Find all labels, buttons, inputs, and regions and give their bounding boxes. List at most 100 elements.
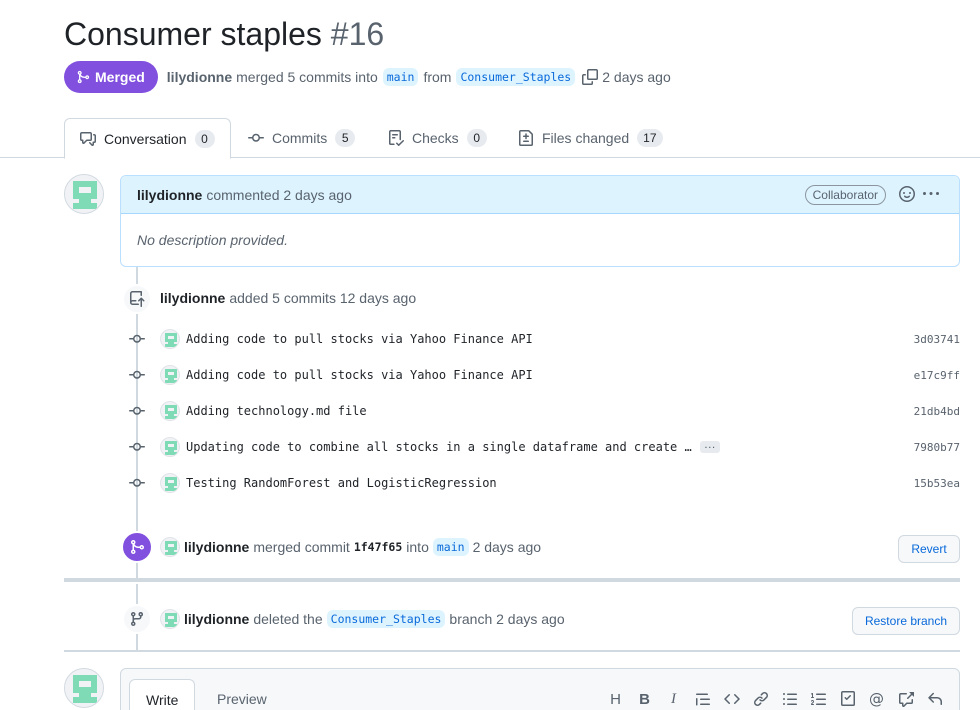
ordered-list-icon[interactable] xyxy=(804,687,833,710)
commit-sha[interactable]: e17c9ff xyxy=(914,369,960,382)
event-action: added 5 commits 12 days ago xyxy=(229,290,417,306)
event-suffix: branch 2 days ago xyxy=(449,611,565,627)
event-author[interactable]: lilydionne xyxy=(184,611,249,627)
role-badge: Collaborator xyxy=(804,185,886,205)
commit-row: Updating code to combine all stocks in a… xyxy=(126,435,960,459)
link-icon[interactable] xyxy=(746,687,775,710)
merge-commit-sha[interactable]: 1f47f65 xyxy=(354,540,402,554)
avatar[interactable] xyxy=(160,365,180,385)
tab-files-changed[interactable]: Files changed 17 xyxy=(518,118,663,158)
code-icon[interactable] xyxy=(717,687,746,710)
file-diff-icon xyxy=(519,130,533,146)
avatar[interactable] xyxy=(160,473,180,493)
commit-sha[interactable]: 21db4bd xyxy=(914,405,960,418)
commit-row: Adding technology.md file 21db4bd xyxy=(126,399,960,423)
commit-sha[interactable]: 3d03741 xyxy=(914,333,960,346)
task-list-icon[interactable] xyxy=(833,687,862,710)
comment-box: lilydionne commented 2 days ago Collabor… xyxy=(120,175,960,267)
head-branch[interactable]: Consumer_Staples xyxy=(456,68,576,86)
commit-sha[interactable]: 15b53ea xyxy=(914,477,960,490)
tab-counter: 17 xyxy=(637,129,663,147)
event-action: merged commit xyxy=(253,539,350,555)
avatar[interactable] xyxy=(160,401,180,421)
state-label: Merged xyxy=(95,69,145,85)
state-badge: Merged xyxy=(64,61,158,93)
avatar[interactable] xyxy=(64,174,104,214)
mention-icon[interactable]: @ xyxy=(862,687,891,710)
avatar[interactable] xyxy=(160,437,180,457)
tab-preview[interactable]: Preview xyxy=(201,679,283,710)
reply-icon[interactable] xyxy=(920,687,949,710)
avatar[interactable] xyxy=(160,609,180,629)
revert-button[interactable]: Revert xyxy=(898,535,960,563)
deleted-branch[interactable]: Consumer_Staples xyxy=(326,610,446,628)
git-merge-icon xyxy=(77,70,90,84)
commit-row: Testing RandomForest and LogisticRegress… xyxy=(126,471,960,495)
merge-badge xyxy=(121,531,153,563)
git-commit-icon xyxy=(248,133,264,142)
pr-number: #16 xyxy=(330,16,385,52)
commit-row: Adding code to pull stocks via Yahoo Fin… xyxy=(126,363,960,387)
commit-row: Adding code to pull stocks via Yahoo Fin… xyxy=(126,327,960,351)
italic-icon[interactable]: I xyxy=(659,687,688,710)
expand-message-button[interactable]: … xyxy=(699,438,720,453)
commit-sha[interactable]: 7980b77 xyxy=(914,441,960,454)
cross-reference-icon[interactable] xyxy=(891,687,920,710)
pr-meta: Merged lilydionne merged 5 commits into … xyxy=(64,61,671,93)
merge-text: merged 5 commits into xyxy=(236,69,378,85)
merge-event-text: lilydionne merged commit 1f47f65 into ma… xyxy=(160,537,541,557)
event-time: 2 days ago xyxy=(472,539,542,555)
git-branch-icon xyxy=(130,612,143,627)
tab-checks[interactable]: Checks 0 xyxy=(388,118,487,158)
git-merge-icon xyxy=(131,540,145,554)
git-commit-icon xyxy=(126,403,148,419)
checklist-icon xyxy=(389,130,404,146)
pr-tabs: Conversation 0 Commits 5 Checks 0 Files … xyxy=(0,118,980,159)
comment-author[interactable]: lilydionne xyxy=(137,187,202,203)
commits-event-text: lilydionne added 5 commits 12 days ago xyxy=(160,290,416,306)
comment-action: commented 2 days ago xyxy=(206,186,352,203)
pr-title: Consumer staples xyxy=(64,16,322,52)
commit-message[interactable]: Adding code to pull stocks via Yahoo Fin… xyxy=(186,368,533,382)
quote-icon[interactable] xyxy=(688,687,717,710)
comment-body: No description provided. xyxy=(137,232,288,248)
heading-icon[interactable]: H xyxy=(601,687,630,710)
avatar[interactable] xyxy=(160,329,180,349)
tab-conversation[interactable]: Conversation 0 xyxy=(64,118,231,159)
base-branch[interactable]: main xyxy=(382,68,419,86)
event-author[interactable]: lilydionne xyxy=(184,539,249,555)
git-commit-icon xyxy=(126,439,148,455)
into-text: into xyxy=(406,539,429,555)
timeline-divider xyxy=(64,578,960,582)
commit-message[interactable]: Updating code to combine all stocks in a… xyxy=(186,440,692,454)
repo-push-badge xyxy=(122,284,152,314)
event-author[interactable]: lilydionne xyxy=(160,290,225,306)
repo-push-icon xyxy=(130,291,145,307)
tab-counter: 5 xyxy=(335,129,356,147)
event-action: deleted the xyxy=(253,611,323,627)
base-branch[interactable]: main xyxy=(432,538,469,556)
delete-event-text: lilydionne deleted the Consumer_Staples … xyxy=(160,609,565,629)
smiley-icon[interactable] xyxy=(899,186,915,207)
comment-editor: Write Preview H B I @ xyxy=(120,668,960,710)
copy-icon[interactable] xyxy=(582,69,599,85)
page-title: Consumer staples #16 xyxy=(64,16,384,53)
commit-message[interactable]: Testing RandomForest and LogisticRegress… xyxy=(186,476,497,490)
avatar[interactable] xyxy=(64,668,104,708)
unordered-list-icon[interactable] xyxy=(775,687,804,710)
kebab-menu-icon[interactable] xyxy=(923,186,939,207)
author-link[interactable]: lilydionne xyxy=(167,69,232,85)
commit-message[interactable]: Adding code to pull stocks via Yahoo Fin… xyxy=(186,332,533,346)
tab-commits[interactable]: Commits 5 xyxy=(248,118,356,158)
restore-branch-button[interactable]: Restore branch xyxy=(852,607,960,635)
bold-icon[interactable]: B xyxy=(630,687,659,710)
merge-time: 2 days ago xyxy=(602,69,671,85)
commit-message[interactable]: Adding technology.md file xyxy=(186,404,367,418)
tab-counter: 0 xyxy=(194,129,215,148)
from-text: from xyxy=(423,69,452,85)
tab-write[interactable]: Write xyxy=(129,679,196,710)
git-commit-icon xyxy=(126,475,148,491)
tab-label: Checks xyxy=(412,130,459,146)
git-commit-icon xyxy=(126,367,148,383)
avatar[interactable] xyxy=(160,537,180,557)
